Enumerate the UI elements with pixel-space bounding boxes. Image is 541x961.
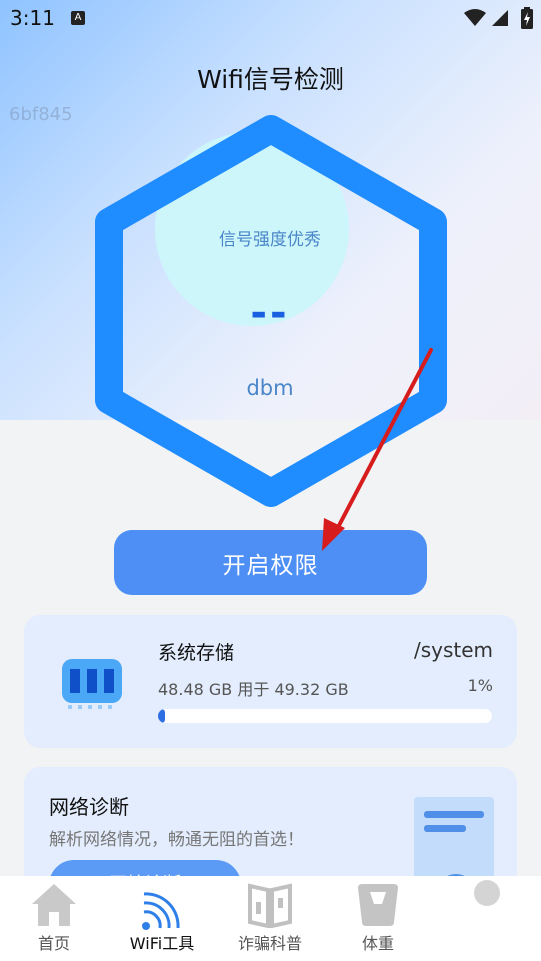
storage-title: 系统存储 xyxy=(158,642,235,664)
scale-icon xyxy=(358,884,398,926)
enable-permission-button[interactable]: 开启权限 xyxy=(114,530,427,595)
book-icon xyxy=(248,883,292,928)
storage-usage: 48.48 GB 用于 49.32 GB xyxy=(158,680,349,699)
nav-label-weight: 体重 xyxy=(361,934,394,953)
storage-progress-fill xyxy=(158,709,165,723)
nav-item-weight[interactable]: 体重 xyxy=(328,876,428,961)
system-storage-card[interactable]: 系统存储 /system 48.48 GB 用于 49.32 GB 1% xyxy=(24,615,517,748)
signal-value: -- xyxy=(250,290,290,336)
signal-unit: dbm xyxy=(246,376,294,400)
nav-label-wifi-tools: WiFi工具 xyxy=(129,934,195,953)
wifi-icon xyxy=(142,892,180,930)
storage-percent: 1% xyxy=(467,676,493,695)
bottom-navigation: 首页 WiFi工具 诈骗科普 体重 xyxy=(0,876,541,961)
nav-label-home: 首页 xyxy=(37,934,70,953)
diagnosis-title: 网络诊断 xyxy=(49,795,129,819)
signal-quality-label: 信号强度优秀 xyxy=(219,230,321,250)
storage-path: /system xyxy=(413,638,493,662)
home-icon xyxy=(32,884,76,926)
nav-label-fraud-education: 诈骗科普 xyxy=(237,934,302,953)
storage-chip-icon xyxy=(62,659,122,709)
nav-item-fraud-education[interactable]: 诈骗科普 xyxy=(220,876,320,961)
diagnosis-description: 解析网络情况，畅通无阻的首选！ xyxy=(49,830,304,850)
profile-avatar-icon[interactable] xyxy=(474,880,500,906)
nav-item-wifi-tools[interactable]: WiFi工具 xyxy=(112,876,212,961)
signal-gauge xyxy=(95,115,447,507)
storage-progress-bar xyxy=(158,709,492,723)
nav-item-home[interactable]: 首页 xyxy=(4,876,104,961)
